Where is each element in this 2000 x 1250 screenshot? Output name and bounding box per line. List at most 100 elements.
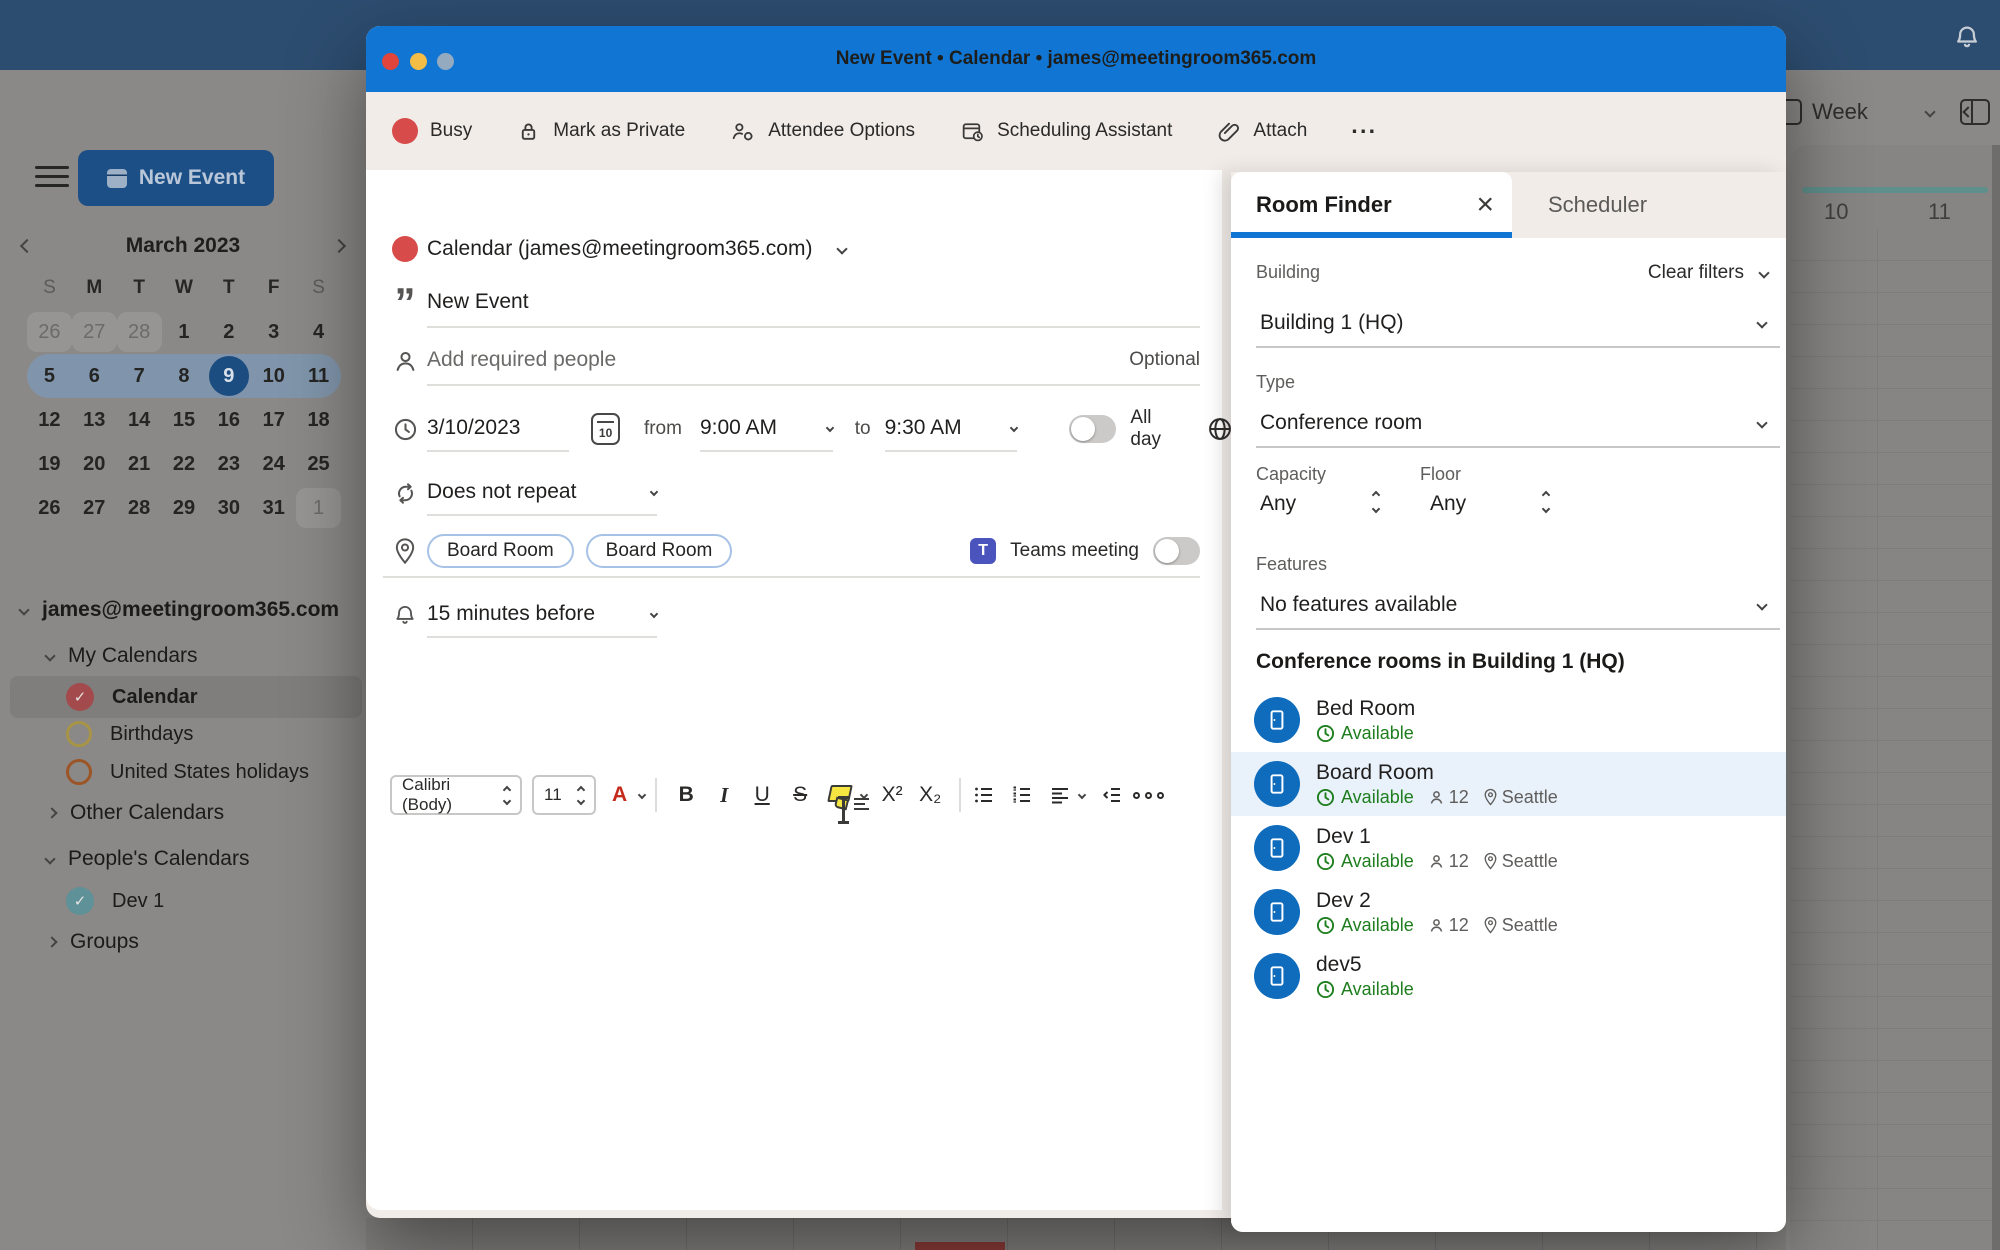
end-time-input[interactable]: 9:30 AM [885,416,962,440]
floor-input[interactable]: Any [1430,492,1466,516]
sidebar-group-peoples-calendars[interactable]: People's Calendars [44,847,249,871]
scrollbar[interactable] [1992,145,2000,1250]
font-name-select[interactable]: Calibri (Body) [390,775,522,815]
busy-status-button[interactable]: Busy [392,118,472,144]
features-select[interactable]: No features available [1256,582,1780,630]
font-size-stepper-icon[interactable] [576,785,586,805]
mini-cal-day[interactable]: 16 [209,400,249,440]
type-select[interactable]: Conference room [1256,400,1780,448]
capacity-input[interactable]: Any [1260,492,1296,516]
start-time-input[interactable]: 9:00 AM [700,416,777,440]
font-color-button[interactable]: A [612,784,627,805]
mini-cal-day[interactable]: 6 [74,356,114,396]
mini-cal-day[interactable]: 27 [71,312,117,352]
bullet-list-button[interactable] [971,783,997,807]
mini-cal-day[interactable]: 9 [208,356,249,396]
mini-cal-day[interactable]: 28 [116,312,162,352]
mini-cal-day[interactable]: 17 [254,400,294,440]
zoom-window-icon[interactable] [437,53,454,70]
minimize-window-icon[interactable] [410,53,427,70]
reminder-select[interactable]: 15 minutes before [427,602,595,626]
mark-as-private-button[interactable]: Mark as Private [516,119,685,144]
calendar-select[interactable]: Calendar (james@meetingroom365.com) [427,237,812,261]
tab-scheduler[interactable]: Scheduler [1548,172,1647,238]
alignment-button[interactable] [1047,783,1073,807]
mini-cal-day[interactable]: 5 [29,356,69,396]
floor-stepper[interactable] [1541,490,1551,514]
room-list-item[interactable]: Board Room Available 12 Seattle [1231,752,1786,816]
mini-cal-day[interactable]: 28 [119,488,159,528]
mini-cal-day[interactable]: 24 [254,444,294,484]
mini-cal-day[interactable]: 2 [209,312,249,352]
teams-meeting-toggle[interactable] [1153,537,1200,565]
chevron-down-icon[interactable] [637,790,647,800]
mini-cal-day[interactable]: 1 [296,488,341,528]
attendee-options-button[interactable]: Attendee Options [729,119,915,144]
location-chip[interactable]: Board Room [585,534,733,568]
clear-filters-button[interactable]: Clear filters [1648,262,1770,284]
date-input[interactable]: 3/10/2023 [427,416,520,440]
sidebar-item-birthdays[interactable]: Birthdays [66,721,193,747]
mini-cal-day[interactable]: 1 [164,312,204,352]
event-description-editor[interactable] [390,830,1198,1250]
optional-people-link[interactable]: Optional [1129,349,1200,371]
hamburger-menu-icon[interactable] [35,166,69,190]
bold-button[interactable]: B [667,783,705,807]
next-month-icon[interactable] [331,238,347,254]
room-list-item[interactable]: Bed Room Available [1231,688,1786,752]
subscript-button[interactable]: X₂ [911,783,949,807]
underline-button[interactable]: U [743,783,781,807]
more-commands-button[interactable]: ··· [1351,118,1377,145]
attach-button[interactable]: Attach [1216,119,1307,144]
mini-cal-day[interactable]: 4 [299,312,339,352]
mini-cal-day[interactable]: 29 [164,488,204,528]
sidebar-group-other-calendars[interactable]: Other Calendars [46,801,224,825]
mini-cal-day[interactable]: 19 [29,444,69,484]
mini-cal-day[interactable]: 12 [29,400,69,440]
chevron-down-icon[interactable] [825,423,834,433]
mini-cal-day[interactable]: 10 [254,356,294,396]
sidebar-item-calendar[interactable]: ✓ Calendar [66,683,198,711]
numbered-list-button[interactable] [1009,783,1035,807]
mini-cal-day[interactable]: 8 [164,356,204,396]
mini-cal-day[interactable]: 23 [209,444,249,484]
view-selector[interactable]: Week [1776,92,2000,132]
outdent-button[interactable] [1099,783,1125,807]
mini-cal-day[interactable]: 30 [209,488,249,528]
mini-cal-day[interactable]: 18 [299,400,339,440]
font-name-stepper-icon[interactable] [502,785,512,805]
superscript-button[interactable]: X² [873,783,911,807]
tab-room-finder[interactable]: Room Finder × [1231,172,1512,238]
mini-cal-day[interactable]: 26 [29,488,69,528]
chevron-down-icon[interactable] [1077,790,1087,800]
mini-cal-day[interactable]: 21 [119,444,159,484]
building-select[interactable]: Building 1 (HQ) [1256,300,1780,348]
notifications-bell-icon[interactable] [1952,22,1982,52]
font-size-select[interactable]: 11 [532,775,596,815]
italic-button[interactable]: I [705,783,743,808]
sidebar-item-dev1[interactable]: ✓ Dev 1 [66,887,164,915]
all-day-toggle[interactable] [1069,415,1117,443]
repeat-select[interactable]: Does not repeat [427,480,576,504]
new-event-button[interactable]: New Event [78,150,274,206]
scheduling-assistant-button[interactable]: Scheduling Assistant [959,119,1172,144]
mini-cal-day[interactable]: 31 [254,488,294,528]
modal-title-bar[interactable]: New Event • Calendar • james@meetingroom… [366,26,1786,92]
required-people-input[interactable]: Add required people [427,348,616,372]
room-list-item[interactable]: dev5 Available [1231,944,1786,1008]
mini-cal-day[interactable]: 25 [299,444,339,484]
mini-cal-day[interactable]: 26 [27,312,72,352]
close-icon[interactable]: × [1476,190,1494,220]
sidebar-group-my-calendars[interactable]: My Calendars [44,644,198,668]
mini-cal-day[interactable]: 3 [254,312,294,352]
mini-cal-day[interactable]: 22 [164,444,204,484]
mini-cal-day[interactable]: 14 [119,400,159,440]
mini-cal-day[interactable]: 7 [119,356,159,396]
date-picker-icon[interactable]: 10 [591,413,620,445]
mini-cal-day[interactable]: 27 [74,488,114,528]
chevron-down-icon[interactable] [1010,423,1019,433]
account-row[interactable]: james@meetingroom365.com [18,598,339,622]
event-title-input[interactable]: New Event [427,290,529,314]
mini-cal-day[interactable]: 13 [74,400,114,440]
room-list-item[interactable]: Dev 1 Available 12 Seattle [1231,816,1786,880]
